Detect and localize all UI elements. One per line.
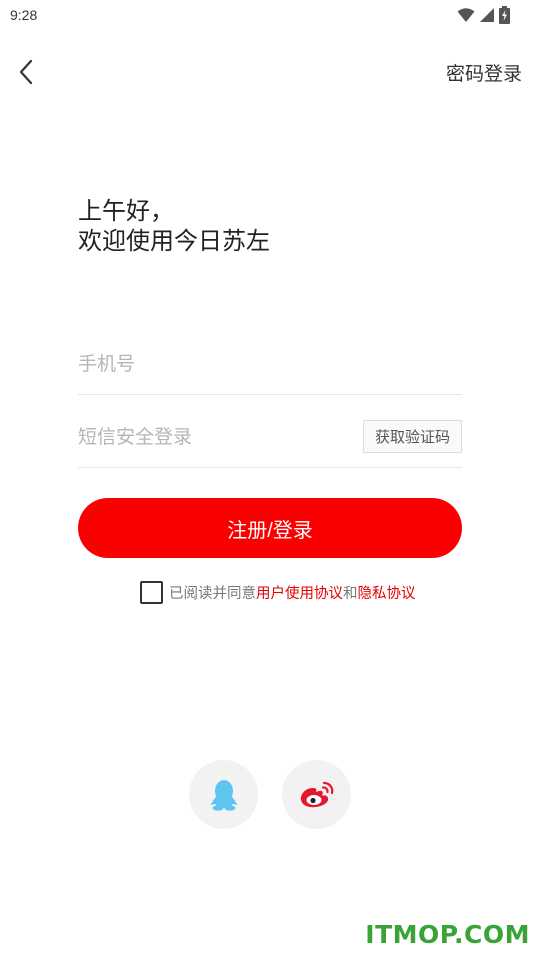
weibo-login-button[interactable] <box>282 760 351 829</box>
greeting: 上午好， 欢迎使用今日苏左 <box>78 196 270 256</box>
status-icons <box>457 5 510 25</box>
sms-code-input[interactable] <box>78 415 348 459</box>
agreement-row: 已阅读并同意 用户使用协议 和 隐私协议 <box>140 580 416 604</box>
wifi-icon <box>457 8 475 22</box>
get-code-button[interactable]: 获取验证码 <box>363 420 462 453</box>
watermark: ITMOP.COM <box>365 920 530 949</box>
signal-icon <box>480 8 494 22</box>
chevron-left-icon <box>19 59 33 85</box>
back-button[interactable] <box>12 56 44 88</box>
nav-bar: 密码登录 <box>0 48 540 96</box>
register-login-button[interactable]: 注册/登录 <box>78 498 462 558</box>
qq-login-button[interactable] <box>189 760 258 829</box>
status-bar: 9:28 <box>0 0 540 32</box>
privacy-agreement-link[interactable]: 隐私协议 <box>358 582 416 603</box>
agreement-and: 和 <box>343 585 358 602</box>
user-agreement-link[interactable]: 用户使用协议 <box>256 582 343 603</box>
qq-penguin-icon <box>210 779 237 811</box>
phone-field <box>78 340 462 395</box>
agreement-checkbox[interactable] <box>140 580 163 604</box>
greeting-line2: 欢迎使用今日苏左 <box>78 227 270 255</box>
sms-code-field: 获取验证码 <box>78 412 462 468</box>
greeting-line1: 上午好， <box>78 197 174 225</box>
phone-input[interactable] <box>78 342 348 386</box>
agreement-prefix: 已阅读并同意 <box>169 585 256 602</box>
battery-icon <box>499 6 510 24</box>
status-time: 9:28 <box>10 7 38 23</box>
password-login-link[interactable]: 密码登录 <box>446 59 522 86</box>
weibo-icon <box>300 781 333 807</box>
